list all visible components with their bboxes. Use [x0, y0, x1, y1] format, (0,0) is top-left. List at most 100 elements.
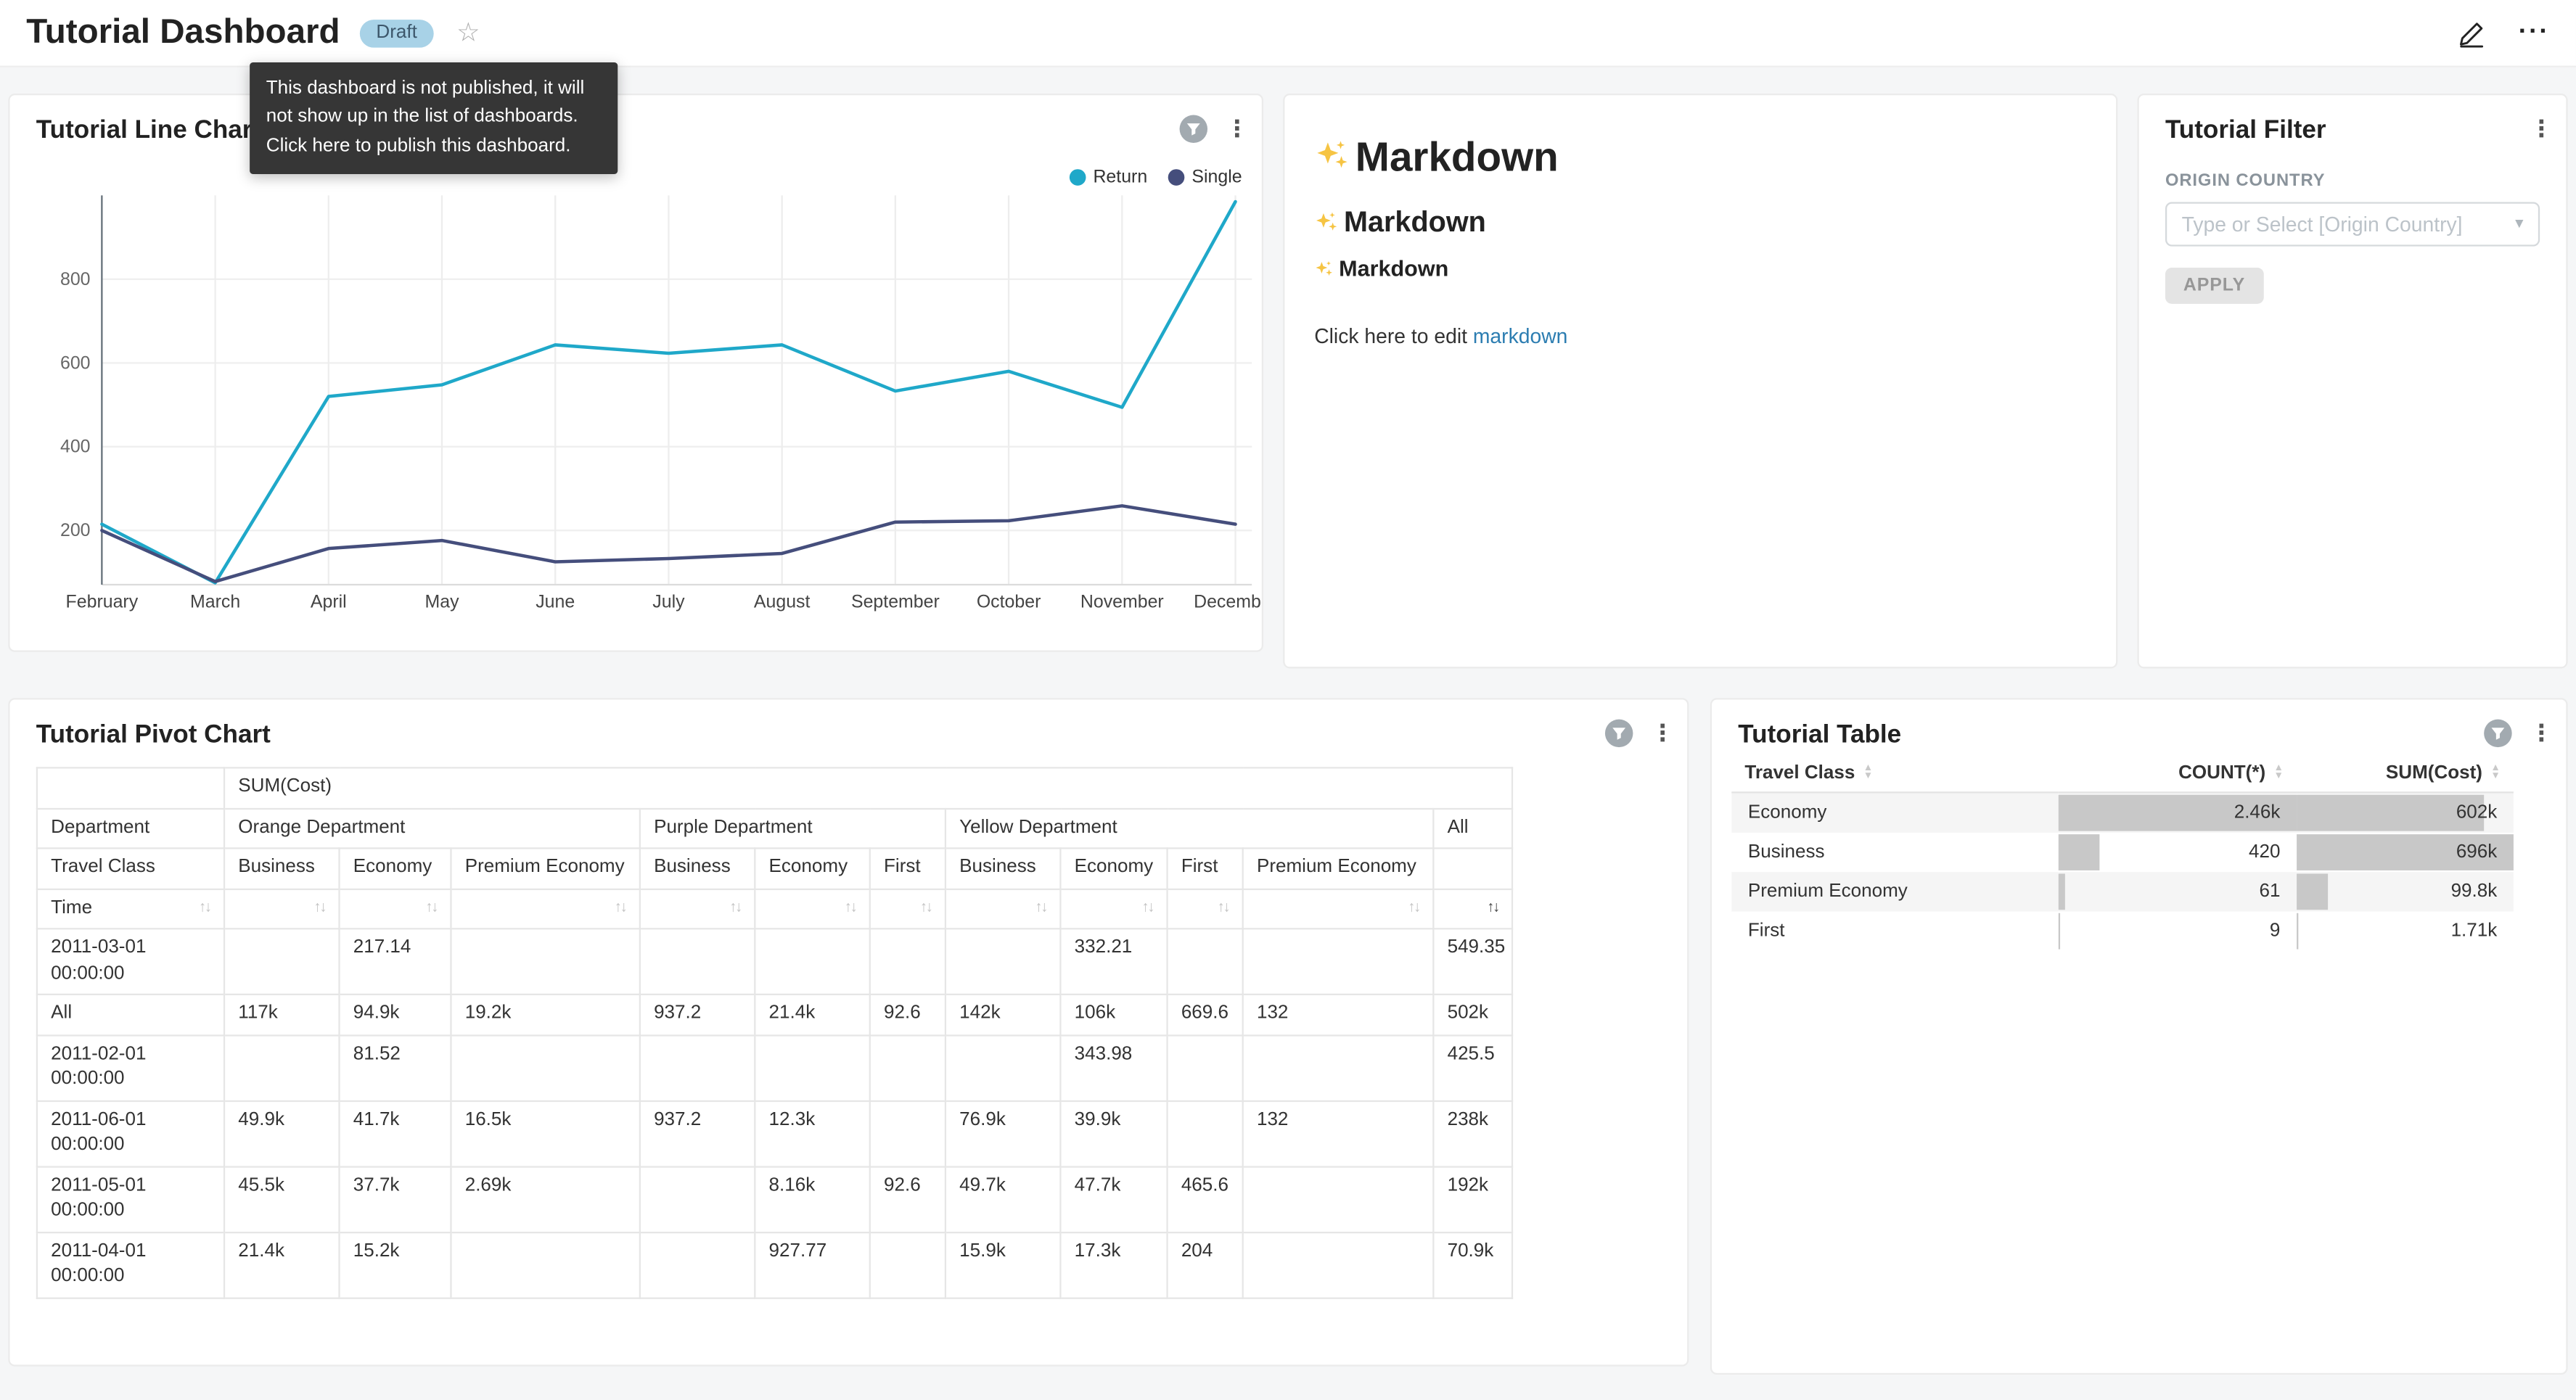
pivot-value-cell: 8.16k [755, 1166, 869, 1232]
table-title: Tutorial Table [1738, 721, 1901, 751]
travel-class-cell: First [1731, 910, 2059, 950]
pivot-value-cell: 204 [1168, 1232, 1243, 1298]
pivot-value-cell: 465.6 [1168, 1166, 1243, 1232]
sort-icon[interactable]: ↑↓ [920, 896, 932, 915]
line-chart-card: Tutorial Line Chart ⋮ ReturnSingle 20040… [8, 94, 1263, 652]
pivot-value-cell [755, 1035, 869, 1101]
pivot-value-cell [870, 928, 946, 995]
pivot-value-cell [946, 928, 1060, 995]
pivot-measure-label: SUM(Cost) [224, 767, 1512, 808]
pivot-class-header: Premium Economy [451, 848, 639, 889]
col-header-travel-class[interactable]: Travel Class▲▼ [1731, 755, 2059, 792]
sort-icon[interactable]: ↑↓ [729, 896, 741, 915]
filter-menu-icon[interactable]: ⋮ [2530, 115, 2547, 142]
pivot-class-header: Economy [340, 848, 451, 889]
pivot-value-cell [224, 1035, 339, 1101]
sum-cell: 1.71k [2297, 910, 2514, 950]
chart-menu-icon[interactable]: ⋮ [2530, 720, 2547, 747]
pivot-value-cell: 549.35 [1433, 928, 1512, 995]
pivot-value-cell: 76.9k [946, 1100, 1060, 1166]
legend-item-return[interactable]: Return [1070, 168, 1147, 187]
pivot-value-cell: 70.9k [1433, 1232, 1512, 1298]
pivot-value-cell [451, 1232, 639, 1298]
pivot-value-cell: 217.14 [340, 928, 451, 995]
markdown-heading-1: Markdown [1314, 135, 2086, 183]
legend-dot [1169, 169, 1186, 186]
table-row: Premium Economy6199.8k [1731, 871, 2514, 910]
svg-text:600: 600 [60, 353, 91, 373]
select-placeholder: Type or Select [Origin Country] [2182, 213, 2509, 236]
pivot-class-label: Travel Class [37, 848, 224, 889]
tooltip-line: This dashboard is not published, it will [266, 75, 602, 104]
pivot-class-header: Economy [1060, 848, 1167, 889]
sort-icon[interactable]: ↑↓ [1408, 896, 1419, 915]
svg-text:April: April [311, 592, 347, 612]
pivot-class-row: Travel ClassBusinessEconomyPremium Econo… [37, 848, 1512, 889]
origin-country-label: ORIGIN COUNTRY [2165, 170, 2540, 190]
count-bar [2059, 833, 2099, 870]
svg-text:February: February [66, 592, 139, 612]
sum-cell: 602k [2297, 792, 2514, 831]
cross-filter-icon[interactable] [1605, 720, 1633, 747]
pivot-value-cell: 47.7k [1060, 1166, 1167, 1232]
svg-text:400: 400 [60, 437, 91, 457]
filter-title: Tutorial Filter [2165, 117, 2326, 147]
publish-tooltip[interactable]: This dashboard is not published, it will… [250, 62, 618, 173]
sort-icon[interactable]: ↑↓ [313, 896, 325, 915]
pivot-value-cell [870, 1232, 946, 1298]
travel-class-cell: Business [1731, 832, 2059, 871]
pivot-row: 2011-04-01 00:00:0021.4k15.2k927.7715.9k… [37, 1232, 1512, 1298]
header-actions: ··· [2458, 18, 2550, 48]
draft-badge[interactable]: Draft [360, 19, 434, 46]
sort-icon[interactable]: ↑↓ [845, 896, 856, 915]
pivot-value-cell: 41.7k [340, 1100, 451, 1166]
pivot-value-cell [1243, 1232, 1434, 1298]
pivot-value-cell [640, 928, 755, 995]
chart-menu-icon[interactable]: ⋮ [1651, 720, 1668, 747]
pivot-actions: ⋮ [1605, 720, 1668, 747]
pivot-measure-row: SUM(Cost) [37, 767, 1512, 808]
sort-icon[interactable]: ↑↓ [1035, 896, 1046, 915]
sort-icon[interactable]: ↑↓ [199, 896, 210, 915]
favorite-star-icon[interactable]: ☆ [456, 17, 480, 49]
markdown-edit-link[interactable]: markdown [1473, 325, 1568, 348]
legend-item-single[interactable]: Single [1169, 168, 1242, 187]
origin-country-select[interactable]: Type or Select [Origin Country] ▾ [2165, 202, 2540, 246]
page-title: Tutorial Dashboard [26, 13, 340, 52]
dashboard-header: Tutorial Dashboard Draft ☆ ··· [0, 0, 2576, 67]
pivot-value-cell: 927.77 [755, 1232, 869, 1298]
pivot-row: 2011-05-01 00:00:0045.5k37.7k2.69k8.16k9… [37, 1166, 1512, 1232]
pivot-dept-header: Purple Department [640, 808, 946, 849]
pivot-value-cell: 425.5 [1433, 1035, 1512, 1101]
sparkles-icon [1314, 260, 1334, 279]
tooltip-line: not show up in the list of dashboards. [266, 104, 602, 132]
apply-button[interactable]: APPLY [2165, 268, 2263, 304]
pivot-value-cell [224, 928, 339, 995]
svg-text:200: 200 [60, 520, 91, 540]
markdown-heading-2: Markdown [1314, 205, 2086, 240]
sort-icon[interactable]: ↑↓ [615, 896, 626, 915]
pivot-time-cell: All [37, 995, 224, 1035]
pivot-value-cell: 142k [946, 995, 1060, 1035]
sum-bar [2297, 873, 2328, 909]
cross-filter-icon[interactable] [2484, 720, 2511, 747]
pivot-value-cell: 106k [1060, 995, 1167, 1035]
col-header-sum[interactable]: SUM(Cost)▲▼ [2297, 755, 2514, 792]
sort-icon[interactable]: ↑↓ [1141, 896, 1153, 915]
sort-icon: ▲▼ [2273, 765, 2283, 782]
more-options-icon[interactable]: ··· [2519, 18, 2550, 48]
sparkles-icon [1314, 138, 1350, 174]
pivot-value-cell: 49.9k [224, 1100, 339, 1166]
sort-icon-active[interactable]: ↑↓ [1487, 896, 1498, 915]
pivot-value-cell [755, 928, 869, 995]
count-cell: 420 [2059, 832, 2297, 871]
col-header-count[interactable]: COUNT(*)▲▼ [2059, 755, 2297, 792]
svg-text:June: June [536, 592, 575, 612]
pivot-value-cell: 16.5k [451, 1100, 639, 1166]
sort-icon[interactable]: ↑↓ [1218, 896, 1229, 915]
pivot-sort-row: Time↑↓↑↓↑↓↑↓↑↓↑↓↑↓↑↓↑↓↑↓↑↓↑↓ [37, 889, 1512, 929]
pivot-value-cell: 502k [1433, 995, 1512, 1035]
sort-icon[interactable]: ↑↓ [425, 896, 437, 915]
edit-dashboard-icon[interactable] [2458, 19, 2485, 46]
markdown-card: Markdown Markdown Markdown Click here to… [1283, 94, 2117, 668]
